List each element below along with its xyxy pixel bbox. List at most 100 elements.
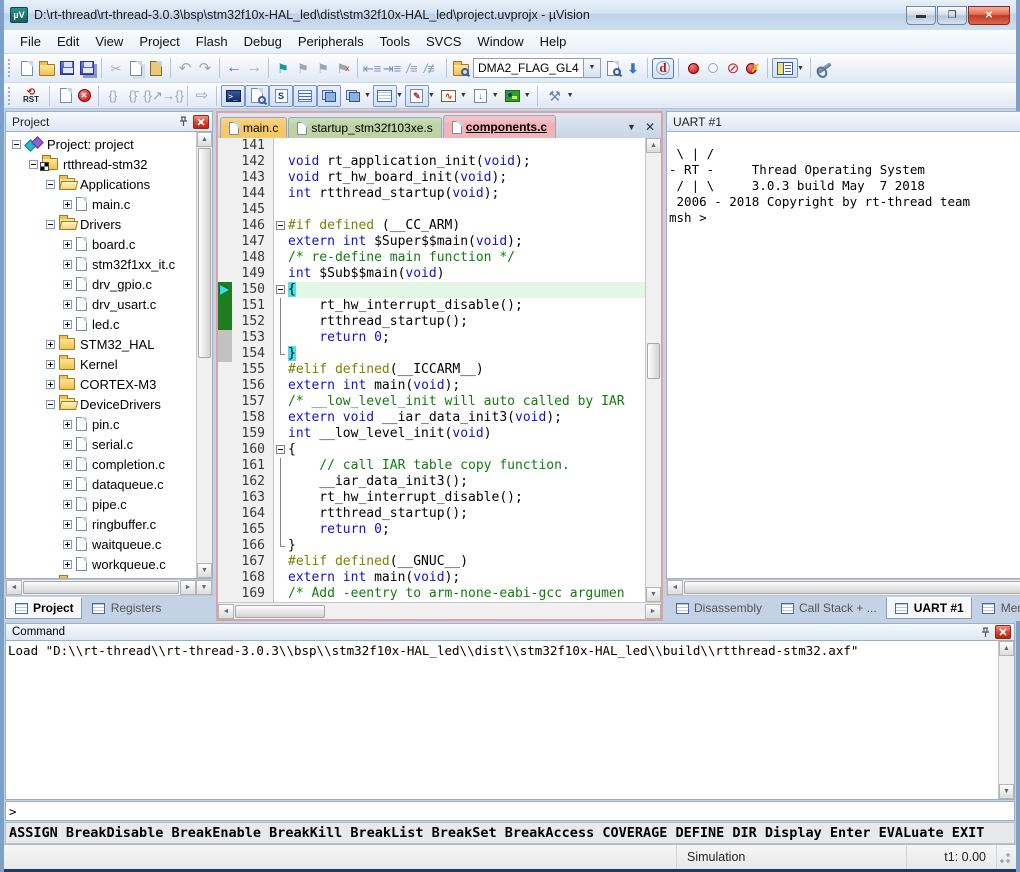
find-next-icon[interactable]: ⬇: [623, 58, 643, 78]
toggle-breakpoint-icon[interactable]: [683, 58, 703, 78]
editor-tab-startup-stm32f103xe-s[interactable]: startup_stm32f103xe.s: [288, 117, 441, 138]
code-area[interactable]: 141142void rt_application_init(void);143…: [218, 138, 661, 602]
code-line-155[interactable]: 155#elif defined(__ICCARM__): [218, 362, 645, 378]
breakpoint-margin[interactable]: [218, 410, 232, 426]
breakpoint-margin[interactable]: [218, 154, 232, 170]
collapse-icon[interactable]: [12, 140, 21, 149]
disable-all-breakpoints-icon[interactable]: ⊘: [723, 58, 743, 78]
code-line-166[interactable]: 166}: [218, 538, 645, 554]
project-tree-vscrollbar[interactable]: ▲ ▼: [196, 132, 212, 578]
open-file-icon[interactable]: [37, 58, 57, 78]
code-text[interactable]: void rt_hw_board_init(void);: [288, 170, 645, 186]
tree-item-project-project[interactable]: Project: project: [6, 134, 196, 154]
code-line-158[interactable]: 158extern void __iar_data_init3(void);: [218, 410, 645, 426]
toolbar-grip[interactable]: [8, 87, 13, 105]
tree-item-stm32-hal[interactable]: STM32_HAL: [6, 334, 196, 354]
breakpoint-margin[interactable]: [218, 538, 232, 554]
menu-window[interactable]: Window: [469, 31, 531, 52]
new-file-icon[interactable]: [17, 58, 37, 78]
code-line-143[interactable]: 143void rt_hw_board_init(void);: [218, 170, 645, 186]
step-icon[interactable]: {}: [103, 86, 123, 106]
scroll-left-icon[interactable]: ◄: [218, 604, 234, 619]
code-line-149[interactable]: 149int $Sub$$main(void): [218, 266, 645, 282]
code-line-160[interactable]: 160{: [218, 442, 645, 458]
system-viewer-dropdown-icon[interactable]: ▼: [492, 92, 499, 99]
code-line-151[interactable]: 151 rt_hw_interrupt_disable();: [218, 298, 645, 314]
code-line-153[interactable]: 153 return 0;: [218, 330, 645, 346]
breakpoint-margin[interactable]: [218, 362, 232, 378]
tree-item-drv-usart-c[interactable]: drv_usart.c: [6, 294, 196, 314]
close-document-icon[interactable]: ✕: [641, 120, 659, 134]
code-line-142[interactable]: 142void rt_application_init(void);: [218, 154, 645, 170]
code-line-156[interactable]: 156extern int main(void);: [218, 378, 645, 394]
command-window-icon[interactable]: >_: [221, 85, 245, 107]
code-line-161[interactable]: 161 // call IAR table copy function.: [218, 458, 645, 474]
indent-icon[interactable]: ⇥≡: [382, 58, 402, 78]
code-text[interactable]: [288, 138, 645, 154]
current-statement-marker[interactable]: [218, 282, 232, 298]
close-panel-icon[interactable]: [995, 625, 1011, 639]
code-line-168[interactable]: 168extern int main(void);: [218, 570, 645, 586]
kill-all-breakpoints-icon[interactable]: ✗: [743, 58, 763, 78]
expand-icon[interactable]: [63, 300, 72, 309]
scroll-up-icon[interactable]: ▲: [646, 138, 661, 153]
expand-icon[interactable]: [63, 560, 72, 569]
fold-collapse-icon[interactable]: [274, 282, 288, 298]
undo-icon[interactable]: ↶: [175, 58, 195, 78]
registers-window-icon[interactable]: [293, 85, 317, 107]
copy-icon[interactable]: [126, 58, 146, 78]
breakpoint-margin[interactable]: [218, 394, 232, 410]
bookmark-toggle-icon[interactable]: ⚑: [273, 58, 293, 78]
breakpoint-margin[interactable]: [218, 202, 232, 218]
breakpoint-margin[interactable]: [218, 586, 232, 602]
menu-view[interactable]: View: [87, 31, 131, 52]
code-text[interactable]: extern int main(void);: [288, 378, 645, 394]
breakpoint-margin[interactable]: [218, 170, 232, 186]
breakpoint-margin[interactable]: [218, 506, 232, 522]
search-combobox-value[interactable]: DMA2_FLAG_GL4: [474, 61, 583, 75]
collapse-icon[interactable]: [46, 400, 55, 409]
navigate-back-icon[interactable]: ←: [224, 58, 244, 78]
pin-icon[interactable]: [175, 115, 191, 129]
code-text[interactable]: }: [288, 538, 645, 554]
collapse-icon[interactable]: [46, 180, 55, 189]
breakpoint-margin[interactable]: [218, 458, 232, 474]
tree-item-serial-c[interactable]: serial.c: [6, 434, 196, 454]
collapse-icon[interactable]: [29, 160, 38, 169]
code-line-146[interactable]: 146#if defined (__CC_ARM): [218, 218, 645, 234]
restore-button[interactable]: ❐: [937, 6, 967, 25]
panel-tab-call-stack-[interactable]: Call Stack + ...: [771, 597, 885, 619]
serial-window-dropdown-icon[interactable]: ▼: [428, 92, 435, 99]
search-combobox-dropdown-icon[interactable]: ▼: [583, 59, 600, 77]
editor-tab-main-c[interactable]: main.c: [220, 117, 287, 138]
tree-item-pin-c[interactable]: pin.c: [6, 414, 196, 434]
window-layout-dropdown-icon[interactable]: ▼: [797, 65, 804, 72]
code-text[interactable]: extern void __iar_data_init3(void);: [288, 410, 645, 426]
code-text[interactable]: return 0;: [288, 522, 645, 538]
code-line-159[interactable]: 159int __low_level_init(void): [218, 426, 645, 442]
editor-hscrollbar[interactable]: ◄ ►: [218, 602, 661, 619]
window-layout-icon[interactable]: [772, 58, 798, 78]
menu-edit[interactable]: Edit: [49, 31, 87, 52]
expand-icon[interactable]: [63, 440, 72, 449]
scroll-thumb[interactable]: [23, 581, 179, 594]
toolbar-grip[interactable]: [8, 59, 13, 77]
breakpoint-margin[interactable]: [218, 442, 232, 458]
code-line-145[interactable]: 145: [218, 202, 645, 218]
analysis-window-dropdown-icon[interactable]: ▼: [460, 92, 467, 99]
navigate-forward-icon[interactable]: →: [244, 58, 264, 78]
code-text[interactable]: }: [288, 346, 645, 362]
panel-tab-project[interactable]: Project: [5, 597, 82, 619]
code-text[interactable]: rtthread_startup();: [288, 314, 645, 330]
expand-icon[interactable]: [63, 500, 72, 509]
scroll-down-icon[interactable]: ▼: [999, 784, 1014, 799]
code-text[interactable]: /* __low_level_init will auto called by …: [288, 394, 645, 410]
code-text[interactable]: return 0;: [288, 330, 645, 346]
code-text[interactable]: rtthread_startup();: [288, 506, 645, 522]
code-text[interactable]: [288, 202, 645, 218]
system-viewer-icon[interactable]: ↓: [469, 85, 493, 107]
code-line-150[interactable]: 150{: [218, 282, 645, 298]
expand-icon[interactable]: [46, 360, 55, 369]
stop-icon[interactable]: ✕: [74, 86, 94, 106]
code-line-167[interactable]: 167#elif defined(__GNUC__): [218, 554, 645, 570]
